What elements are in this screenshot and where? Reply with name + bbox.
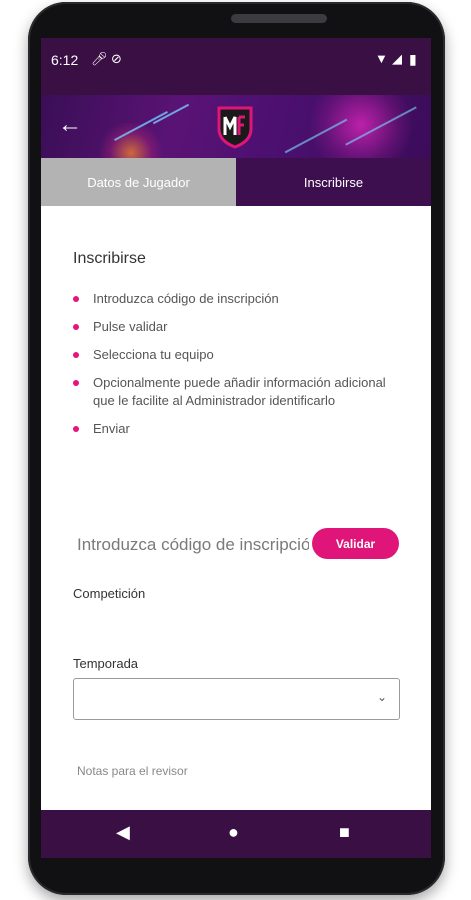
tab-bar: Datos de Jugador Inscribirse <box>41 158 431 206</box>
bullet-icon <box>73 296 79 302</box>
app-screen: 6:12 🎤︎ ⊘ ▼ ◢ ▮ ← Datos de Jugador Inscr… <box>41 38 431 858</box>
step-text: Pulse validar <box>93 319 168 334</box>
bullet-icon <box>73 380 79 386</box>
back-arrow-icon[interactable]: ← <box>55 111 85 141</box>
notes-label: Notas para el revisor <box>77 764 188 778</box>
status-time: 6:12 <box>51 52 79 68</box>
wifi-icon: ▼ <box>375 51 388 66</box>
signal-icon: ◢ <box>392 51 402 66</box>
banner-streak <box>152 103 190 125</box>
tab-inscribirse[interactable]: Inscribirse <box>236 158 431 206</box>
nav-home-icon[interactable]: ● <box>228 822 239 843</box>
bullet-icon <box>73 324 79 330</box>
chevron-down-icon: ⌄ <box>376 690 387 704</box>
tab-datos-jugador[interactable]: Datos de Jugador <box>41 158 236 206</box>
header-banner: ← <box>41 95 431 158</box>
nav-recents-icon[interactable]: ■ <box>339 822 350 843</box>
validate-button[interactable]: Validar <box>312 528 399 559</box>
competition-label: Competición <box>73 586 146 601</box>
section-title: Inscribirse <box>73 250 146 267</box>
list-item: Introduzca código de inscripción <box>69 290 409 308</box>
sync-icon: ⊘ <box>111 51 122 66</box>
step-text: Selecciona tu equipo <box>93 347 214 362</box>
banner-glow-right <box>301 95 421 158</box>
main-content: Inscribirse Introduzca código de inscrip… <box>41 206 431 810</box>
mic-icon: 🎤︎ <box>91 51 108 66</box>
nav-back-icon[interactable]: ◀ <box>116 822 130 843</box>
system-nav-bar: ◀ ● ■ <box>41 810 431 858</box>
registration-code-input[interactable] <box>75 528 311 562</box>
list-item: Enviar <box>69 420 409 438</box>
list-item: Pulse validar <box>69 318 409 336</box>
step-text: Opcionalmente puede añadir información a… <box>93 375 386 408</box>
season-label: Temporada <box>73 656 139 671</box>
step-text: Introduzca código de inscripción <box>93 291 279 306</box>
bullet-icon <box>73 352 79 358</box>
instructions-list: Introduzca código de inscripción Pulse v… <box>69 290 409 448</box>
bullet-icon <box>73 426 79 432</box>
status-bar: 6:12 🎤︎ ⊘ ▼ ◢ ▮ <box>41 38 431 95</box>
team-select[interactable]: ⌄ <box>73 678 400 720</box>
app-logo <box>217 106 253 149</box>
speaker-grille <box>231 14 327 23</box>
list-item: Selecciona tu equipo <box>69 346 409 364</box>
list-item: Opcionalmente puede añadir información a… <box>69 374 409 410</box>
battery-icon: ▮ <box>409 51 417 67</box>
step-text: Enviar <box>93 421 130 436</box>
banner-glow-left <box>96 123 166 158</box>
